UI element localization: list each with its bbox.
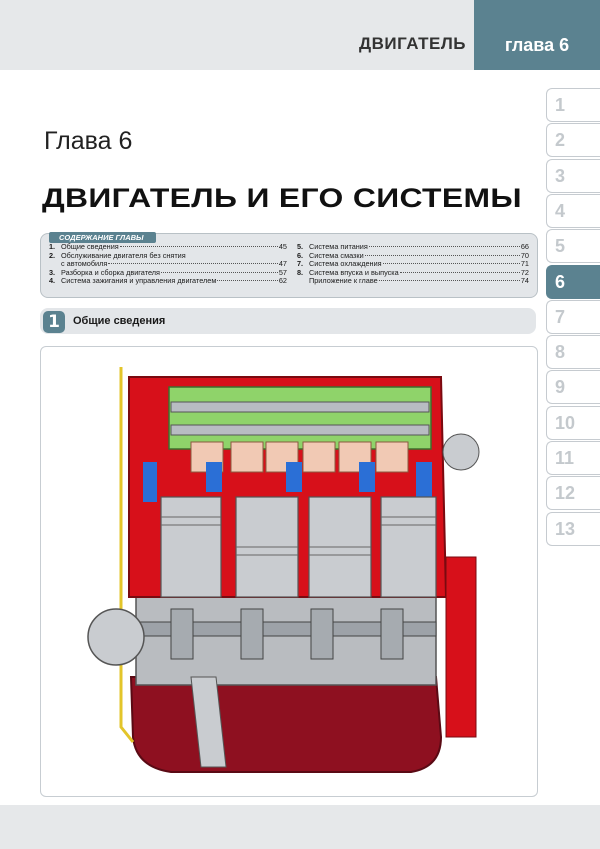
- engine-cutaway-figure: [40, 346, 538, 797]
- chapter-tab-8[interactable]: 8: [546, 335, 600, 370]
- header-section-title: ДВИГАТЕЛЬ: [359, 34, 466, 53]
- toc-entry-title: Приложение к главе: [309, 276, 378, 286]
- toc-leader-dots: [378, 280, 520, 282]
- toc-entry-number: 4.: [49, 276, 56, 286]
- crank-pulley: [87, 608, 145, 666]
- chapter-tab-4[interactable]: 4: [546, 193, 600, 228]
- camshaft: [170, 401, 430, 413]
- engine-illustration: [87, 367, 480, 773]
- chapter-tab-9[interactable]: 9: [546, 370, 600, 405]
- chapter-tab-2[interactable]: 2: [546, 123, 600, 158]
- chapter-tab-11[interactable]: 11: [546, 441, 600, 475]
- chapter-title: ДВИГАТЕЛЬ И ЕГО СИСТЕМЫ: [42, 183, 522, 213]
- chapter-tab-6[interactable]: 6: [546, 264, 600, 299]
- section-title: Общие сведения: [73, 315, 166, 327]
- toc-entry[interactable]: 4. Система зажигания и управления двигате…: [49, 277, 287, 286]
- chapter-tab-10[interactable]: 10: [546, 405, 600, 440]
- toc-right-column: 5. Система питания 66 6. Система смазки 70 7. С…: [297, 242, 529, 286]
- toc-leader-dots: [382, 263, 520, 265]
- chapter-tab-5[interactable]: 5: [546, 229, 600, 264]
- camshaft: [170, 424, 430, 436]
- header-chapter-label: глава 6: [474, 0, 600, 70]
- toc-entry-page: 62: [278, 276, 287, 286]
- toc-leader-dots: [108, 263, 278, 265]
- toc-entry-title: Система зажигания и управления двигателе…: [61, 276, 217, 286]
- toc-left-column: 1. Общие сведения 45 2. Обслуживание двигате…: [49, 242, 287, 286]
- toc-entry-page: 45: [278, 242, 287, 251]
- chapter-number: Глава 6: [44, 127, 133, 155]
- chapter-tab-7[interactable]: 7: [546, 299, 600, 334]
- toc-entry-page: 74: [520, 276, 529, 286]
- footer-band: [0, 805, 600, 849]
- toc-leader-dots: [368, 246, 520, 247]
- toc-leader-dots: [399, 271, 520, 273]
- chapter-tab-3[interactable]: 3: [546, 158, 600, 193]
- timing-cover: [445, 556, 477, 738]
- chapter-tab-13[interactable]: 13: [546, 511, 600, 546]
- pistons: [160, 496, 437, 598]
- toc-leader-dots: [217, 280, 278, 282]
- oil-sump: [129, 676, 443, 773]
- toc-leader-dots: [160, 271, 278, 273]
- section-number: 1: [43, 311, 65, 333]
- toc-entry-number: 2.: [49, 250, 56, 260]
- table-of-contents: СОДЕРЖАНИЕ ГЛАВЫ 1. Общие сведения 45 2. Обс…: [40, 232, 538, 298]
- toc-entry[interactable]: Приложение к главе 74: [297, 277, 529, 286]
- toc-leader-dots: [119, 246, 278, 247]
- alternator: [442, 433, 480, 471]
- toc-entry-number: 8.: [297, 267, 304, 277]
- chapter-tab-12[interactable]: 12: [546, 476, 600, 511]
- camshaft-cover: [168, 386, 432, 450]
- chapter-tab-1[interactable]: 1: [546, 88, 600, 122]
- toc-leader-dots: [364, 254, 520, 256]
